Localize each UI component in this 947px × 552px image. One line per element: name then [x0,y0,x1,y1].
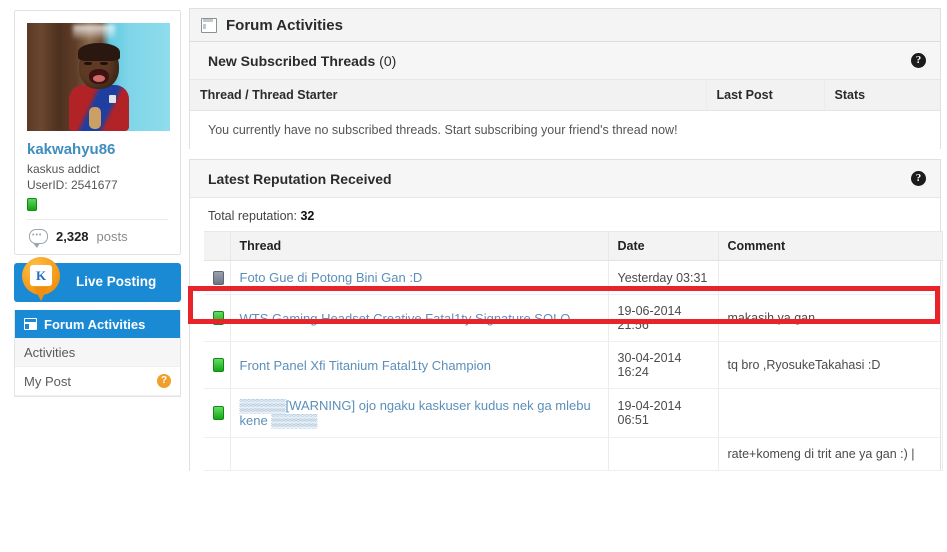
comment-bubble-icon: ••• [29,229,48,248]
table-header-row: Thread Date Comment [204,231,943,261]
avatar[interactable] [27,23,170,131]
table-row[interactable]: Front Panel Xfi Titanium Fatal1ty Champi… [204,341,943,389]
profile-username[interactable]: kakwahyu86 [27,141,168,158]
bubble-dots-icon: ••• [32,232,43,239]
row-status-cell [204,260,231,295]
column-icon [204,231,231,261]
profile-usertitle: kaskus addict [27,162,100,176]
avatar-eye-left [84,62,92,65]
row-comment-cell: tq bro ,RyosukeTakahasi :D [718,341,943,389]
thread-link[interactable]: Front Panel Xfi Titanium Fatal1ty Champi… [240,358,491,373]
sidebar-forum-activities-header: Forum Activities [15,310,180,338]
avatar-tongue [93,75,105,82]
main-content: Forum Activities New Subscribed Threads … [189,8,943,471]
avatar-hair [78,43,120,61]
section-latest-reputation: Latest Reputation Received ? Total reput… [189,159,943,471]
row-thread-cell [230,437,609,471]
table-row[interactable]: rate+komeng di trit ane ya gan :) | [204,437,943,471]
reputation-table: Thread Date Comment Foto Gue di Potong B… [204,231,943,471]
page-root: kakwahyu86 kaskus addict UserID: 2541677… [0,0,947,552]
row-status-cell [204,437,231,471]
thread-link[interactable]: WTS Gaming Headset Creative Fatal1ty Sig… [240,311,571,326]
row-thread-cell: Front Panel Xfi Titanium Fatal1ty Champi… [230,341,609,389]
row-comment-cell [718,260,943,295]
table-header-row: Thread / Thread Starter Last Post Stats [190,80,940,111]
live-posting-button[interactable]: K Live Posting [14,257,181,302]
avatar-subject [67,43,131,131]
column-last-post: Last Post [706,80,825,111]
sidebar-item-my-post[interactable]: My Post ? [15,367,180,396]
section-subscribed-count: (0) [379,52,397,69]
section-title-subscribed-text: New Subscribed Threads [208,52,376,69]
avatar-photo [27,23,170,131]
row-date-cell [608,437,719,471]
help-icon[interactable]: ? [157,374,171,388]
avatar-shirt-badge [109,95,116,103]
sidebar-forum-activities-title: Forum Activities [44,316,146,332]
row-thread-cell: WTS Gaming Headset Creative Fatal1ty Sig… [230,294,609,342]
thread-link[interactable]: ▒▒▒▒▒[WARNING] ojo ngaku kaskuser kudus … [240,398,591,428]
row-date-cell: 30-04-2014 16:24 [608,341,719,389]
row-status-cell [204,294,231,342]
column-thread: Thread [230,231,609,261]
subscribed-threads-table: Thread / Thread Starter Last Post Stats [190,80,940,111]
page-titlebar: Forum Activities [189,8,941,42]
avatar-hand [89,107,101,129]
sidebar-forum-activities-box: Forum Activities Activities My Post ? [14,310,181,397]
row-date-cell: 19-06-2014 21:56 [608,294,719,342]
help-icon[interactable]: ? [911,171,926,186]
profile-userid: UserID: 2541677 [27,178,118,192]
row-status-cell [204,388,231,438]
column-thread-starter: Thread / Thread Starter [190,80,707,111]
page-title: Forum Activities [226,16,343,34]
profile-card: kakwahyu86 kaskus addict UserID: 2541677… [14,10,181,255]
section-new-subscribed-threads: New Subscribed Threads (0) ? Thread / Th… [189,42,941,149]
sidebar-item-activities-label: Activities [24,344,76,360]
sidebar-item-my-post-label: My Post [24,373,71,389]
table-row[interactable]: WTS Gaming Headset Creative Fatal1ty Sig… [204,294,943,342]
total-reputation-value: 32 [300,209,315,223]
row-comment-cell [718,388,943,438]
sidebar: kakwahyu86 kaskus addict UserID: 2541677… [14,10,181,397]
section-title-reputation: Latest Reputation Received [208,170,392,187]
column-date: Date [608,231,719,261]
subscribed-empty-message: You currently have no subscribed threads… [208,123,678,137]
row-date-cell: Yesterday 03:31 [608,260,719,295]
total-reputation: Total reputation: 32 [190,198,940,231]
row-status-cell [204,341,231,389]
online-status-indicator [27,198,37,211]
total-reputation-label: Total reputation: [208,209,297,223]
help-icon[interactable]: ? [911,53,926,68]
window-panel-icon [24,318,37,330]
live-posting-label: Live Posting [76,274,157,289]
posts-count: 2,328 [56,229,89,244]
reputation-chip-green-icon [213,358,224,372]
section-spacer [189,149,941,159]
table-row[interactable]: ▒▒▒▒▒[WARNING] ojo ngaku kaskuser kudus … [204,388,943,438]
row-comment-cell: rate+komeng di trit ane ya gan :) | [718,437,943,471]
reputation-chip-green-icon [213,311,224,325]
row-date-cell: 19-04-2014 06:51 [608,388,719,438]
row-thread-cell: Foto Gue di Potong Bini Gan :D [230,260,609,295]
live-posting-pin-icon: K [22,257,60,301]
window-panel-icon [201,17,217,33]
column-stats: Stats [824,80,940,111]
thread-link[interactable]: Foto Gue di Potong Bini Gan :D [240,270,423,285]
column-comment: Comment [718,231,943,261]
kaskus-logo-icon: K [30,265,52,286]
section-header-subscribed: New Subscribed Threads (0) ? [190,42,940,80]
section-header-reputation: Latest Reputation Received ? [190,160,940,198]
profile-posts-row: ••• 2,328 posts [27,219,168,254]
reputation-chip-gray-icon [213,270,224,285]
reputation-chip-green-icon [213,406,224,420]
sidebar-item-activities[interactable]: Activities [15,338,180,367]
section-title-subscribed: New Subscribed Threads (0) [208,53,396,69]
posts-label: posts [96,229,128,244]
row-thread-cell: ▒▒▒▒▒[WARNING] ojo ngaku kaskuser kudus … [230,388,609,438]
avatar-eye-right [100,62,108,65]
table-row[interactable]: Foto Gue di Potong Bini Gan :D Yesterday… [204,260,943,295]
row-comment-cell: makasih ya gan [718,294,943,342]
